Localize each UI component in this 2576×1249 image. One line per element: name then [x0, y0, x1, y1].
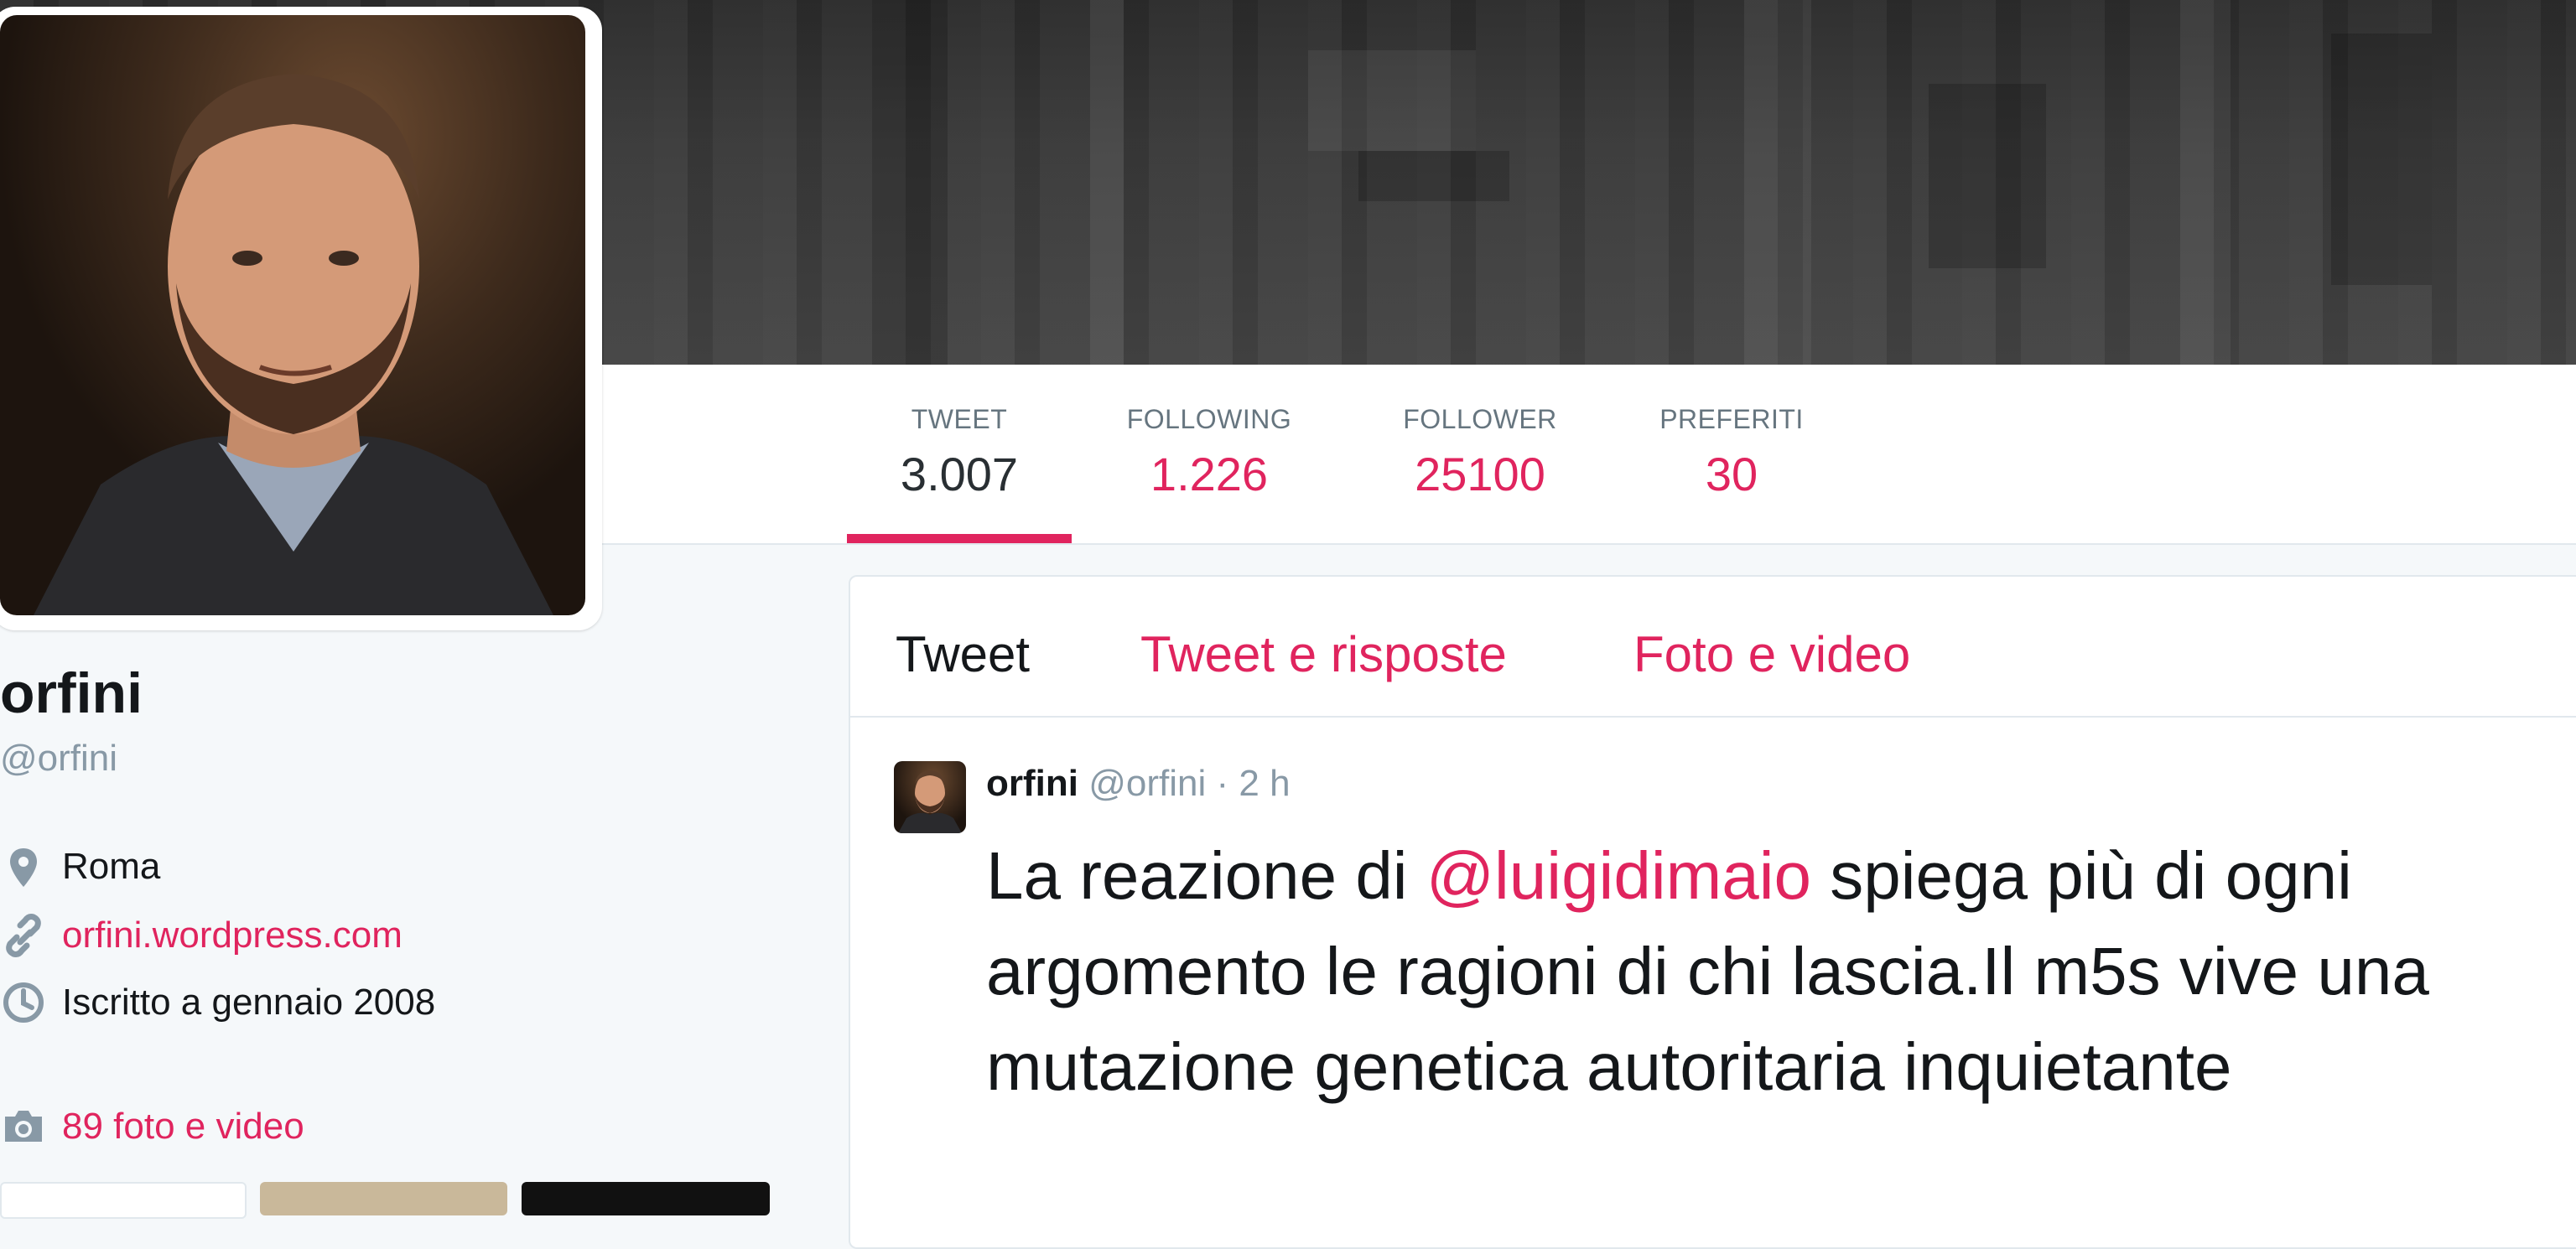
media-thumbnail[interactable]	[0, 1182, 247, 1219]
location-text: Roma	[62, 846, 161, 887]
tweet-separator: ·	[1216, 763, 1229, 804]
profile-handle: @orfini	[0, 738, 118, 779]
stat-label: TWEET	[911, 404, 1008, 434]
stat-label: FOLLOWER	[1403, 404, 1557, 434]
tweet-timeline: Tweet Tweet e risposte Foto e video orfi…	[849, 575, 2576, 1249]
tweet-timestamp[interactable]: 2 h	[1239, 763, 1290, 804]
tab-tweets-and-replies[interactable]: Tweet e risposte	[1140, 625, 1507, 683]
website-link[interactable]: orfini.wordpress.com	[62, 915, 402, 956]
camera-icon	[0, 1103, 47, 1150]
avatar-photo	[0, 15, 585, 615]
tweet-text-start: La reazione di	[986, 838, 1426, 913]
stat-value: 25100	[1415, 448, 1545, 500]
tab-photos-and-videos[interactable]: Foto e video	[1633, 625, 1910, 683]
tweet-header: orfini @orfini · 2 h	[986, 763, 1291, 805]
stat-label: FOLLOWING	[1126, 404, 1292, 434]
profile-name: orfini	[0, 661, 143, 725]
profile-location: Roma	[0, 843, 160, 890]
media-thumbnail[interactable]	[522, 1182, 770, 1215]
tweet-author-name[interactable]: orfini	[986, 763, 1078, 804]
profile-website[interactable]: orfini.wordpress.com	[0, 912, 402, 959]
tweet-mention-link[interactable]: @luigidimaio	[1426, 838, 1811, 913]
profile-media-link[interactable]: 89 foto e video	[0, 1103, 304, 1150]
clock-icon	[0, 979, 47, 1026]
media-count-link[interactable]: 89 foto e video	[62, 1106, 304, 1148]
stat-value: 1.226	[1150, 448, 1269, 500]
stat-value: 3.007	[900, 448, 1019, 500]
profile-joined: Iscritto a gennaio 2008	[0, 979, 435, 1026]
profile-avatar[interactable]	[0, 7, 602, 630]
map-pin-icon	[0, 843, 47, 890]
link-icon	[0, 912, 47, 959]
tweet-text: La reazione di @luigidimaio spiega più d…	[986, 828, 2571, 1115]
tweet-author-avatar[interactable]	[894, 761, 966, 833]
stat-tweets[interactable]: TWEET 3.007	[847, 404, 1072, 501]
stat-favorites[interactable]: PREFERITI 30	[1644, 404, 1820, 501]
stat-following[interactable]: FOLLOWING 1.226	[1107, 404, 1311, 501]
active-stat-indicator	[847, 534, 1072, 543]
tweet-author-handle[interactable]: @orfini	[1088, 763, 1206, 804]
timeline-tabs: Tweet Tweet e risposte Foto e video	[850, 577, 2576, 718]
joined-text: Iscritto a gennaio 2008	[62, 982, 436, 1023]
avatar-portrait-icon	[898, 770, 962, 833]
avatar-portrait-icon	[34, 74, 553, 615]
stat-value: 30	[1705, 448, 1758, 500]
stat-label: PREFERITI	[1659, 404, 1804, 434]
stat-followers[interactable]: FOLLOWER 25100	[1384, 404, 1576, 501]
tab-tweets[interactable]: Tweet	[896, 625, 1030, 683]
media-thumbnail[interactable]	[260, 1182, 507, 1215]
